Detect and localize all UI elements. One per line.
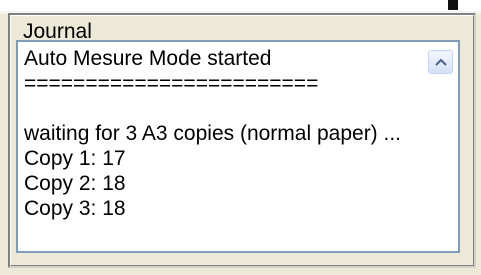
log-line: Copy 1: 17: [24, 147, 126, 170]
top-strip: [0, 0, 481, 14]
log-line: waiting for 3 A3 copies (normal paper) .…: [24, 122, 402, 145]
scroll-up-arrow-icon: [435, 58, 447, 66]
log-line: ========================: [24, 72, 319, 95]
log-line: Copy 3: 18: [24, 197, 126, 220]
journal-log-textbox[interactable]: Auto Mesure Mode started ===============…: [16, 40, 460, 253]
log-line: Auto Mesure Mode started: [24, 47, 272, 70]
scroll-up-button[interactable]: [428, 50, 453, 74]
journal-log: Auto Mesure Mode started ===============…: [24, 46, 424, 221]
log-line: Copy 2: 18: [24, 172, 126, 195]
window-edge-mark: [448, 0, 458, 10]
